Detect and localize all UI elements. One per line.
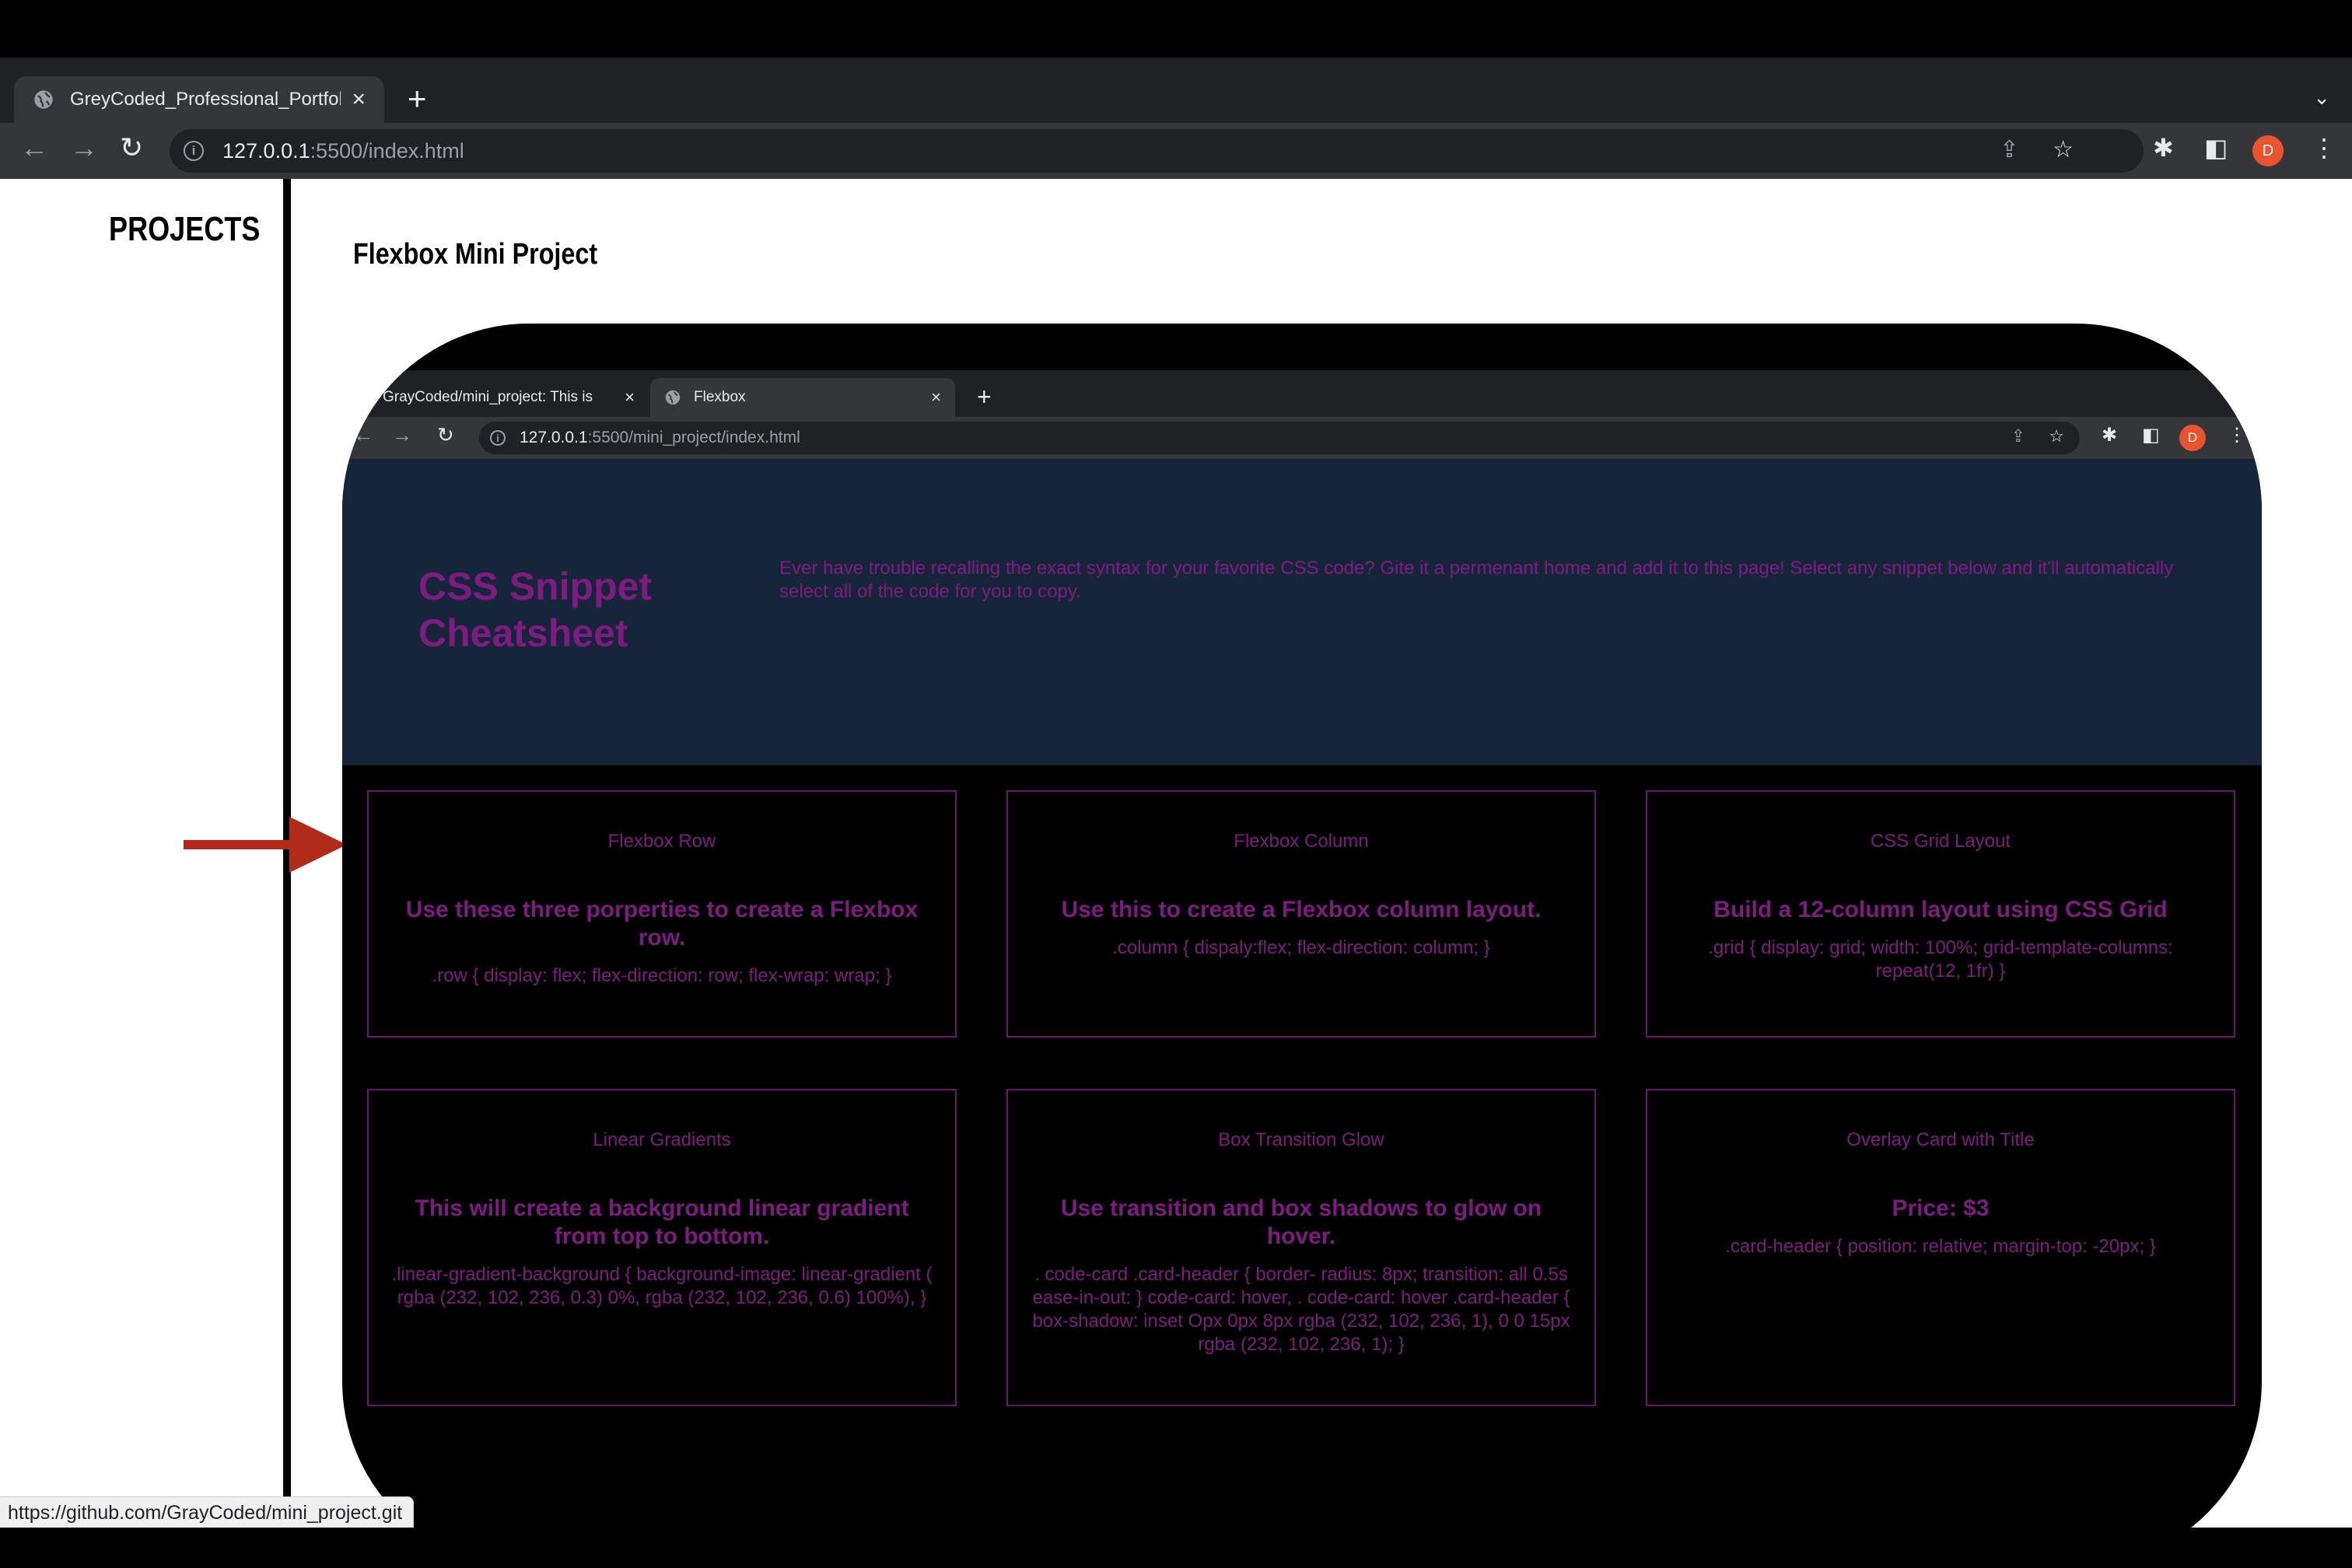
back-icon[interactable]: ← — [20, 134, 48, 162]
back-icon: ← — [353, 423, 373, 446]
top-black-bar — [0, 0, 2352, 58]
extensions-icon[interactable]: ✱ — [2153, 135, 2174, 160]
info-icon[interactable]: i — [184, 141, 204, 161]
inner-tab-flexbox: Flexbox × — [650, 378, 955, 417]
tab-title: GreyCoded_Professional_Portfolio — [70, 89, 341, 110]
reload-icon[interactable]: ↻ — [120, 134, 143, 162]
close-icon[interactable]: × — [352, 88, 366, 111]
url-text: 127.0.0.1:5500/index.html — [222, 138, 464, 163]
avatar: D — [2179, 425, 2206, 451]
forward-icon[interactable]: → — [70, 134, 98, 162]
close-icon: × — [931, 387, 941, 407]
project-title: Flexbox Mini Project — [353, 238, 598, 271]
mini-site-header: CSS Snippet Cheatsheet Ever have trouble… — [342, 459, 2262, 765]
arrow-icon — [184, 817, 347, 873]
avatar[interactable]: D — [2252, 135, 2284, 166]
share-icon[interactable]: ⇪ — [2000, 138, 2019, 162]
menu-icon: ⋮ — [2228, 425, 2246, 446]
tab-portfolio[interactable]: GreyCoded_Professional_Portfolio × — [14, 76, 384, 123]
reload-icon: ↻ — [437, 423, 454, 446]
sidebar-heading: PROJECTS — [109, 210, 261, 248]
plus-icon: + — [977, 383, 992, 411]
tab-strip: GreyCoded_Professional_Portfolio × + ⌄ — [0, 58, 2352, 123]
mini-site-title: CSS Snippet Cheatsheet — [418, 565, 653, 655]
extensions-icon: ✱ — [2102, 425, 2118, 446]
sidepanel-icon[interactable]: ◧ — [2204, 135, 2228, 160]
chevron-down-icon[interactable]: ⌄ — [2313, 86, 2330, 110]
snippet-card: Box Transition Glow Use transition and b… — [1006, 1089, 1596, 1406]
inner-tab-github: GrayCoded/mini_project: This is × — [383, 387, 635, 407]
sidepanel-icon: ◧ — [2142, 425, 2160, 446]
inner-tab-strip: GrayCoded/mini_project: This is × Flexbo… — [342, 370, 2262, 417]
star-icon[interactable]: ☆ — [2053, 138, 2074, 162]
snippet-card: Linear Gradients This will create a back… — [367, 1089, 957, 1406]
address-bar[interactable]: i 127.0.0.1:5500/index.html ⇪ ☆ — [170, 129, 2144, 173]
share-icon: ⇪ — [2011, 426, 2025, 446]
globe-icon — [34, 90, 53, 109]
inner-address-bar: i 127.0.0.1:5500/mini_project/index.html… — [479, 422, 2080, 454]
menu-icon[interactable]: ⋮ — [2312, 135, 2336, 160]
mini-site-description: Ever have trouble recalling the exact sy… — [779, 558, 2174, 602]
star-icon: ☆ — [2049, 426, 2064, 446]
globe-icon — [665, 390, 681, 405]
inner-toolbar: ← → ↻ i 127.0.0.1:5500/mini_project/inde… — [342, 417, 2262, 459]
forward-icon: → — [392, 423, 412, 446]
project-screenshot[interactable]: GrayCoded/mini_project: This is × Flexbo… — [342, 324, 2262, 1568]
snippet-card: Overlay Card with Title Price: $3 .card-… — [1646, 1089, 2235, 1406]
close-icon: × — [625, 387, 635, 407]
snippet-card: Flexbox Row Use these three porperties t… — [367, 790, 957, 1038]
snippet-card: CSS Grid Layout Build a 12-column layout… — [1646, 790, 2235, 1038]
info-icon: i — [490, 430, 506, 446]
page-content: PROJECTS Flexbox Mini Project GrayCoded/… — [0, 179, 2352, 1568]
browser-toolbar: ← → ↻ i 127.0.0.1:5500/index.html ⇪ ☆ ✱ … — [0, 123, 2352, 179]
link-status-bar: https://github.com/GrayCoded/mini_projec… — [0, 1496, 415, 1528]
snippet-card: Flexbox Column Use this to create a Flex… — [1006, 790, 1596, 1038]
plus-icon[interactable]: + — [408, 82, 427, 115]
